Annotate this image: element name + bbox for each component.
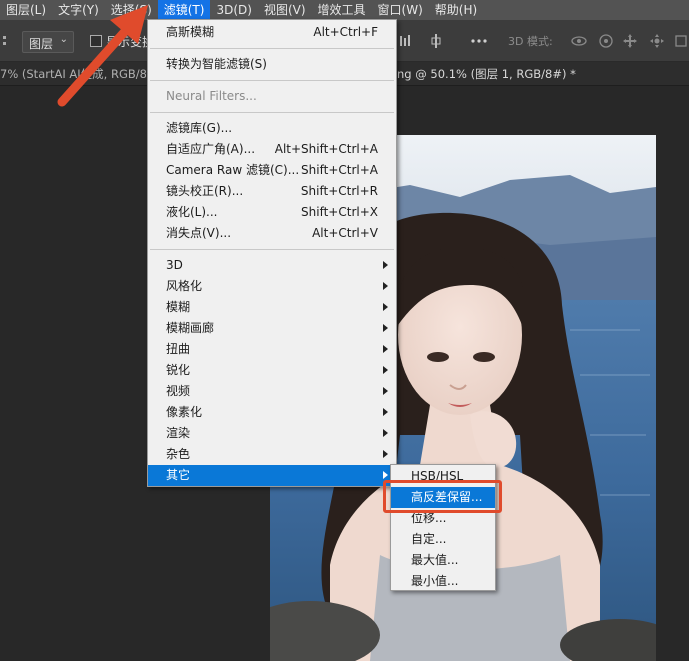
menu-type[interactable]: 文字(Y)	[52, 0, 105, 20]
menu-item-adaptive-wide-angle[interactable]: 自适应广角(A)... Alt+Shift+Ctrl+A	[148, 139, 396, 160]
submenu-sharpen-label: 锐化	[166, 363, 191, 377]
panel-grip-icon[interactable]	[0, 34, 10, 48]
camera-raw-label: Camera Raw 滤镜(C)...	[166, 163, 300, 177]
chevron-right-icon	[383, 429, 388, 437]
lens-correction-shortcut: Shift+Ctrl+R	[300, 184, 378, 198]
menu-item-sharpen[interactable]: 锐化	[148, 360, 396, 381]
chevron-right-icon	[383, 366, 388, 374]
menu-item-stylize[interactable]: 风格化	[148, 276, 396, 297]
chevron-right-icon	[383, 345, 388, 353]
menu-item-lens-correction[interactable]: 镜头校正(R)... Shift+Ctrl+R	[148, 181, 396, 202]
menu-item-other[interactable]: 其它	[148, 465, 396, 486]
submenu-blur-gallery-label: 模糊画廊	[166, 321, 215, 335]
submenu-item-maximum[interactable]: 最大值...	[391, 550, 495, 571]
maximum-label: 最大值...	[411, 553, 459, 567]
custom-label: 自定...	[411, 532, 447, 546]
roll-3d-icon[interactable]	[598, 30, 614, 52]
show-transform-checkbox[interactable]	[90, 35, 102, 47]
lens-correction-label: 镜头校正(R)...	[166, 184, 244, 198]
menu-item-filter-gallery[interactable]: 滤镜库(G)...	[148, 118, 396, 139]
menu-item-distort[interactable]: 扭曲	[148, 339, 396, 360]
highlight-box	[383, 480, 502, 513]
document-tab-1[interactable]: 7% (StartAI AI生成, RGB/8#)	[0, 62, 146, 86]
layer-select-value: 图层	[29, 37, 54, 51]
menu-item-camera-raw[interactable]: Camera Raw 滤镜(C)... Shift+Ctrl+A	[148, 160, 396, 181]
chevron-down-icon: ⌄	[59, 34, 68, 45]
last-filter-shortcut: Alt+Ctrl+F	[313, 25, 378, 39]
menu-separator	[150, 80, 394, 81]
convert-smart-label: 转换为智能滤镜(S)	[166, 57, 267, 71]
menu-plugins[interactable]: 增效工具	[312, 0, 372, 20]
last-filter-label: 高斯模糊	[166, 25, 215, 39]
menu-select[interactable]: 选择(S)	[105, 0, 158, 20]
menu-item-3d[interactable]: 3D	[148, 255, 396, 276]
close-tab-icon[interactable]: ×	[586, 67, 587, 81]
submenu-3d-label: 3D	[166, 258, 183, 272]
liquify-label: 液化(L)...	[166, 205, 218, 219]
filter-gallery-label: 滤镜库(G)...	[166, 121, 233, 135]
menu-window[interactable]: 窗口(W)	[372, 0, 429, 20]
camera-raw-shortcut: Shift+Ctrl+A	[301, 163, 378, 177]
menu-item-convert-smart[interactable]: 转换为智能滤镜(S)	[148, 54, 396, 75]
distribute-icon[interactable]	[428, 30, 444, 52]
submenu-pixelate-label: 像素化	[166, 405, 203, 419]
auto-select-dropdown[interactable]: 图层 ⌄	[22, 31, 74, 53]
chevron-right-icon	[383, 261, 388, 269]
submenu-other-label: 其它	[166, 468, 191, 482]
menu-separator	[150, 48, 394, 49]
menu-view[interactable]: 视图(V)	[258, 0, 312, 20]
pan-3d-icon[interactable]	[622, 30, 638, 52]
liquify-shortcut: Shift+Ctrl+X	[301, 205, 378, 219]
menu-help[interactable]: 帮助(H)	[429, 0, 483, 20]
menu-item-vanishing-point[interactable]: 消失点(V)... Alt+Ctrl+V	[148, 223, 396, 244]
chevron-right-icon	[383, 282, 388, 290]
menu-item-blur-gallery[interactable]: 模糊画廊	[148, 318, 396, 339]
menu-item-render[interactable]: 渲染	[148, 423, 396, 444]
menu-item-noise[interactable]: 杂色	[148, 444, 396, 465]
menu-3d[interactable]: 3D(D)	[210, 0, 257, 20]
3d-mode-label: 3D 模式:	[508, 35, 553, 48]
adaptive-wide-angle-label: 自适应广角(A)...	[166, 142, 256, 156]
submenu-item-minimum[interactable]: 最小值...	[391, 571, 495, 592]
more-options-icon[interactable]	[470, 30, 488, 52]
menu-item-liquify[interactable]: 液化(L)... Shift+Ctrl+X	[148, 202, 396, 223]
chevron-right-icon	[383, 324, 388, 332]
submenu-stylize-label: 风格化	[166, 279, 203, 293]
vanishing-point-shortcut: Alt+Ctrl+V	[312, 226, 378, 240]
chevron-right-icon	[383, 303, 388, 311]
filter-menu: 高斯模糊 Alt+Ctrl+F 转换为智能滤镜(S) Neural Filter…	[147, 19, 397, 487]
submenu-noise-label: 杂色	[166, 447, 191, 461]
vanishing-point-label: 消失点(V)...	[166, 226, 232, 240]
menu-item-blur[interactable]: 模糊	[148, 297, 396, 318]
submenu-blur-label: 模糊	[166, 300, 191, 314]
menu-item-neural-filters: Neural Filters...	[148, 86, 396, 107]
align-icon[interactable]	[398, 30, 414, 52]
adaptive-wide-angle-shortcut: Alt+Shift+Ctrl+A	[274, 142, 378, 156]
submenu-render-label: 渲染	[166, 426, 191, 440]
submenu-item-custom[interactable]: 自定...	[391, 529, 495, 550]
chevron-right-icon	[383, 471, 388, 479]
document-tab-2-label: ng @ 50.1% (图层 1, RGB/8#) *	[397, 67, 576, 81]
document-tab-2[interactable]: ng @ 50.1% (图层 1, RGB/8#) * ×	[397, 62, 587, 86]
scale-3d-icon[interactable]	[674, 30, 688, 52]
menu-separator	[150, 112, 394, 113]
neural-filters-label: Neural Filters...	[166, 89, 257, 103]
submenu-distort-label: 扭曲	[166, 342, 191, 356]
chevron-right-icon	[383, 450, 388, 458]
menu-layer[interactable]: 图层(L)	[0, 0, 52, 20]
orbit-3d-icon[interactable]	[570, 30, 588, 52]
menu-bar: 图层(L) 文字(Y) 选择(S) 滤镜(T) 3D(D) 视图(V) 增效工具…	[0, 0, 689, 20]
menu-item-pixelate[interactable]: 像素化	[148, 402, 396, 423]
menu-filter[interactable]: 滤镜(T)	[157, 0, 211, 20]
minimum-label: 最小值...	[411, 574, 459, 588]
chevron-right-icon	[383, 408, 388, 416]
chevron-right-icon	[383, 387, 388, 395]
submenu-video-label: 视频	[166, 384, 191, 398]
slide-3d-icon[interactable]	[648, 30, 666, 52]
menu-separator	[150, 249, 394, 250]
menu-item-video[interactable]: 视频	[148, 381, 396, 402]
menu-item-last-filter[interactable]: 高斯模糊 Alt+Ctrl+F	[148, 22, 396, 43]
